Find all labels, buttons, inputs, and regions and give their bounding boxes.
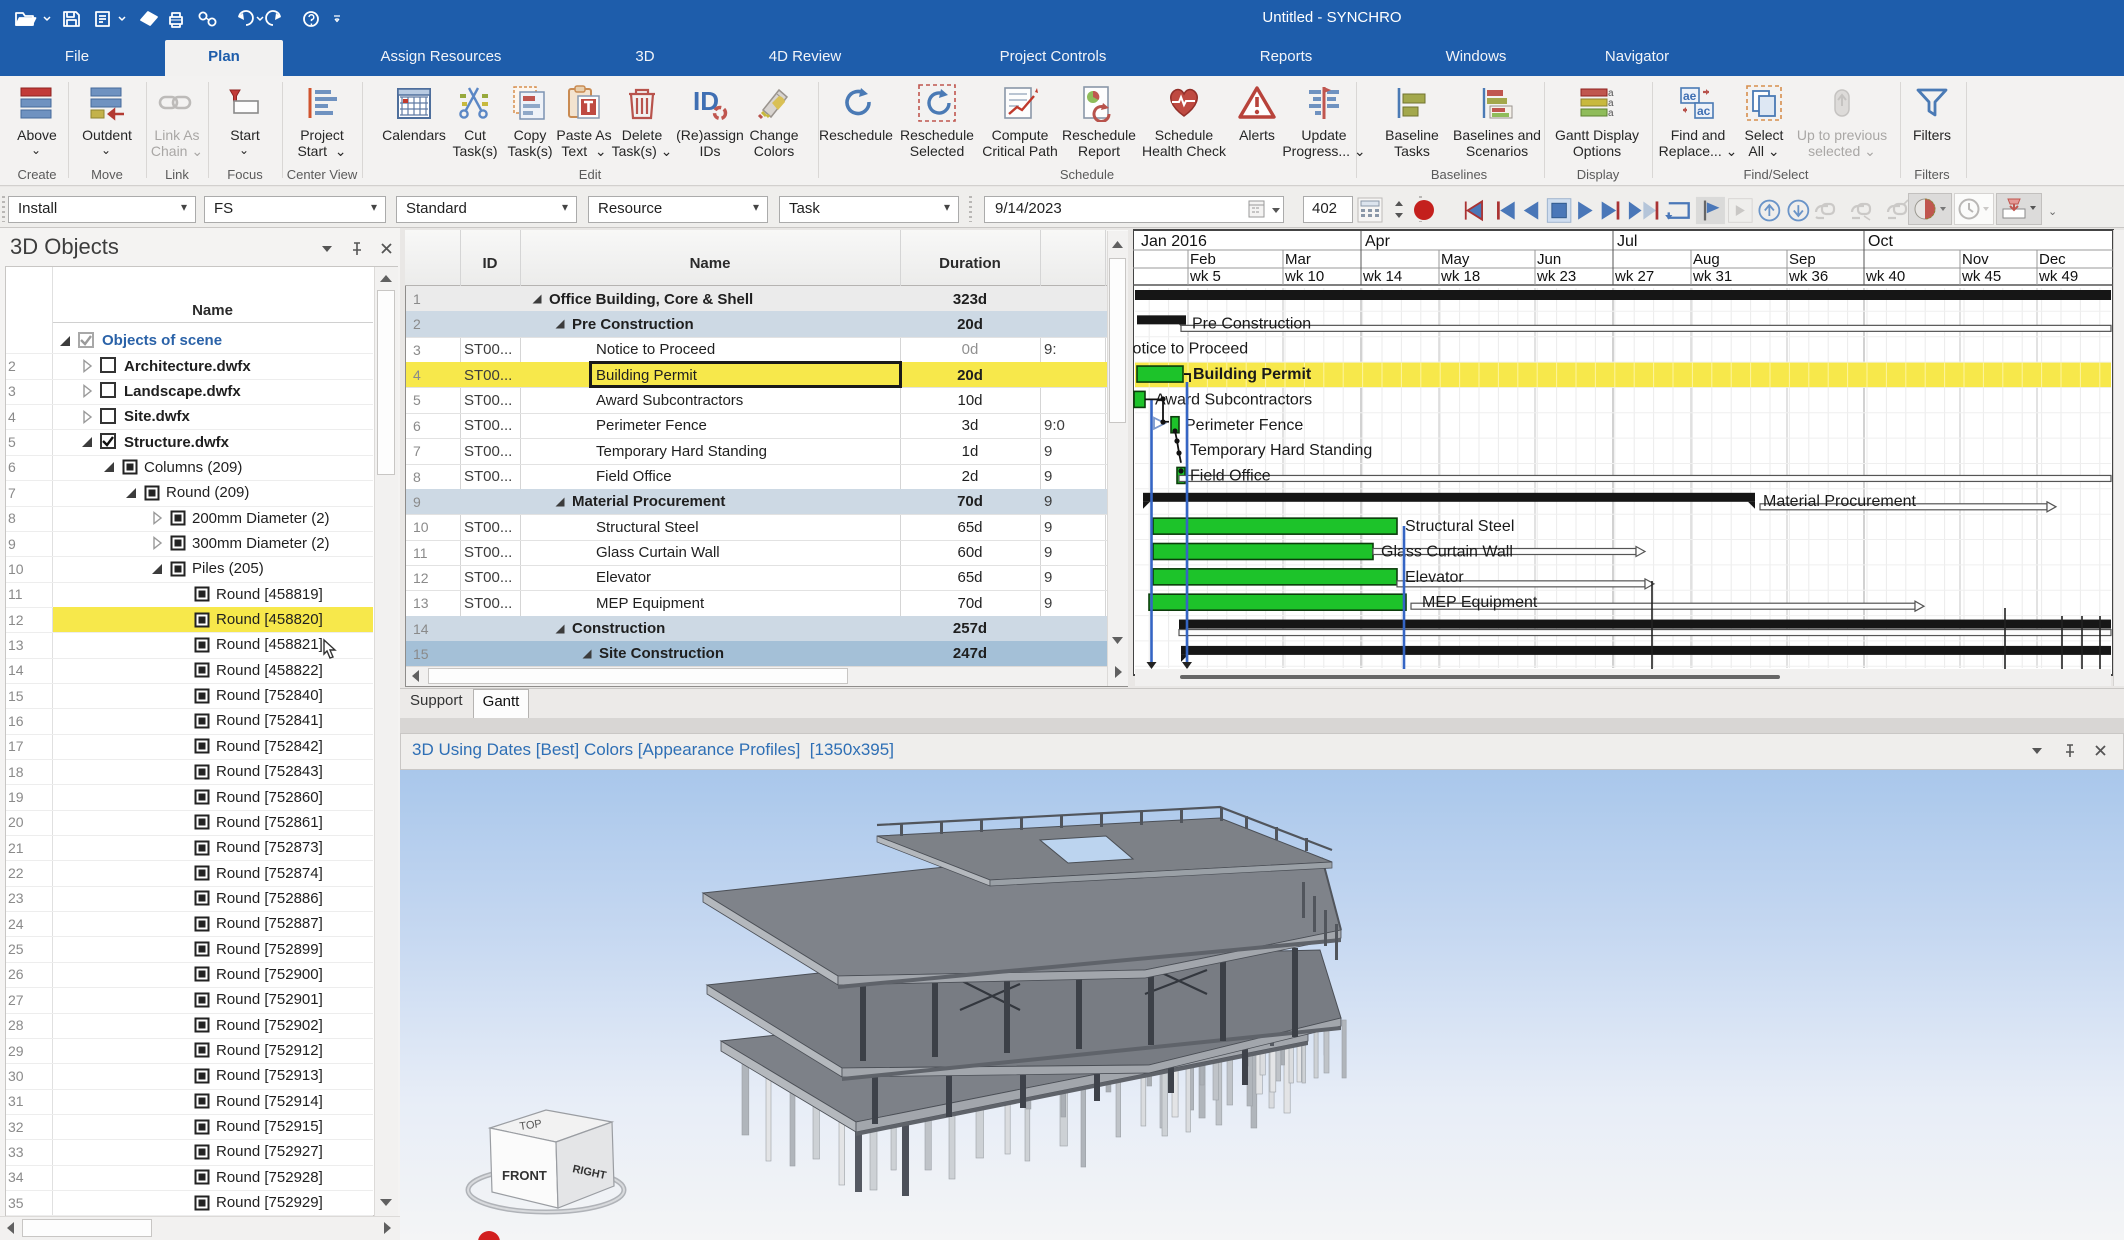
- svg-text:ID: ID: [693, 86, 719, 116]
- svg-text:Jun: Jun: [1537, 251, 1561, 268]
- svg-text:Sep: Sep: [1789, 251, 1816, 268]
- svg-text:wk 23: wk 23: [1536, 268, 1576, 285]
- svg-text:ac: ac: [1697, 104, 1711, 118]
- svg-text:wk 10: wk 10: [1284, 268, 1324, 285]
- svg-text:wk 18: wk 18: [1440, 268, 1480, 285]
- svg-text:wk 27: wk 27: [1614, 268, 1654, 285]
- svg-text:wk 14: wk 14: [1362, 268, 1402, 285]
- svg-text:Nov: Nov: [1962, 251, 1989, 268]
- svg-text:Perimeter Fence: Perimeter Fence: [1185, 417, 1303, 434]
- svg-text:Aug: Aug: [1693, 251, 1720, 268]
- svg-text:Mar: Mar: [1285, 251, 1311, 268]
- svg-text:Field Office: Field Office: [1190, 467, 1271, 484]
- svg-text:wk 45: wk 45: [1961, 268, 2001, 285]
- svg-text:Notice to Proceed: Notice to Proceed: [1133, 341, 1248, 358]
- svg-text:May: May: [1441, 251, 1470, 268]
- svg-text:wk 49: wk 49: [2038, 268, 2078, 285]
- svg-text:Pre Construction: Pre Construction: [1192, 315, 1311, 332]
- svg-text:Glass Curtain Wall: Glass Curtain Wall: [1381, 544, 1513, 561]
- svg-text:FRONT: FRONT: [502, 1168, 547, 1183]
- svg-text:Temporary Hard Standing: Temporary Hard Standing: [1190, 442, 1372, 459]
- svg-text:wk 40: wk 40: [1865, 268, 1905, 285]
- svg-text:Building Permit: Building Permit: [1193, 366, 1312, 383]
- svg-text:Oct: Oct: [1868, 233, 1893, 250]
- svg-text:Jul: Jul: [1617, 233, 1637, 250]
- svg-text:Award Subcontractors: Award Subcontractors: [1155, 391, 1312, 408]
- svg-text:Feb: Feb: [1190, 251, 1216, 268]
- svg-text:Material Procurement: Material Procurement: [1763, 493, 1917, 510]
- svg-text:wk 5: wk 5: [1189, 268, 1221, 285]
- svg-text:Jan 2016: Jan 2016: [1141, 233, 1207, 250]
- svg-text:ae: ae: [1683, 89, 1697, 103]
- svg-text:MEP Equipment: MEP Equipment: [1422, 594, 1538, 611]
- svg-text:wk 31: wk 31: [1692, 268, 1732, 285]
- svg-text:Elevator: Elevator: [1405, 569, 1464, 586]
- svg-text:a: a: [1608, 108, 1614, 119]
- svg-text:wk 36: wk 36: [1788, 268, 1828, 285]
- svg-text:Structural Steel: Structural Steel: [1405, 518, 1514, 535]
- svg-text:Apr: Apr: [1365, 233, 1391, 250]
- svg-text:Dec: Dec: [2039, 251, 2066, 268]
